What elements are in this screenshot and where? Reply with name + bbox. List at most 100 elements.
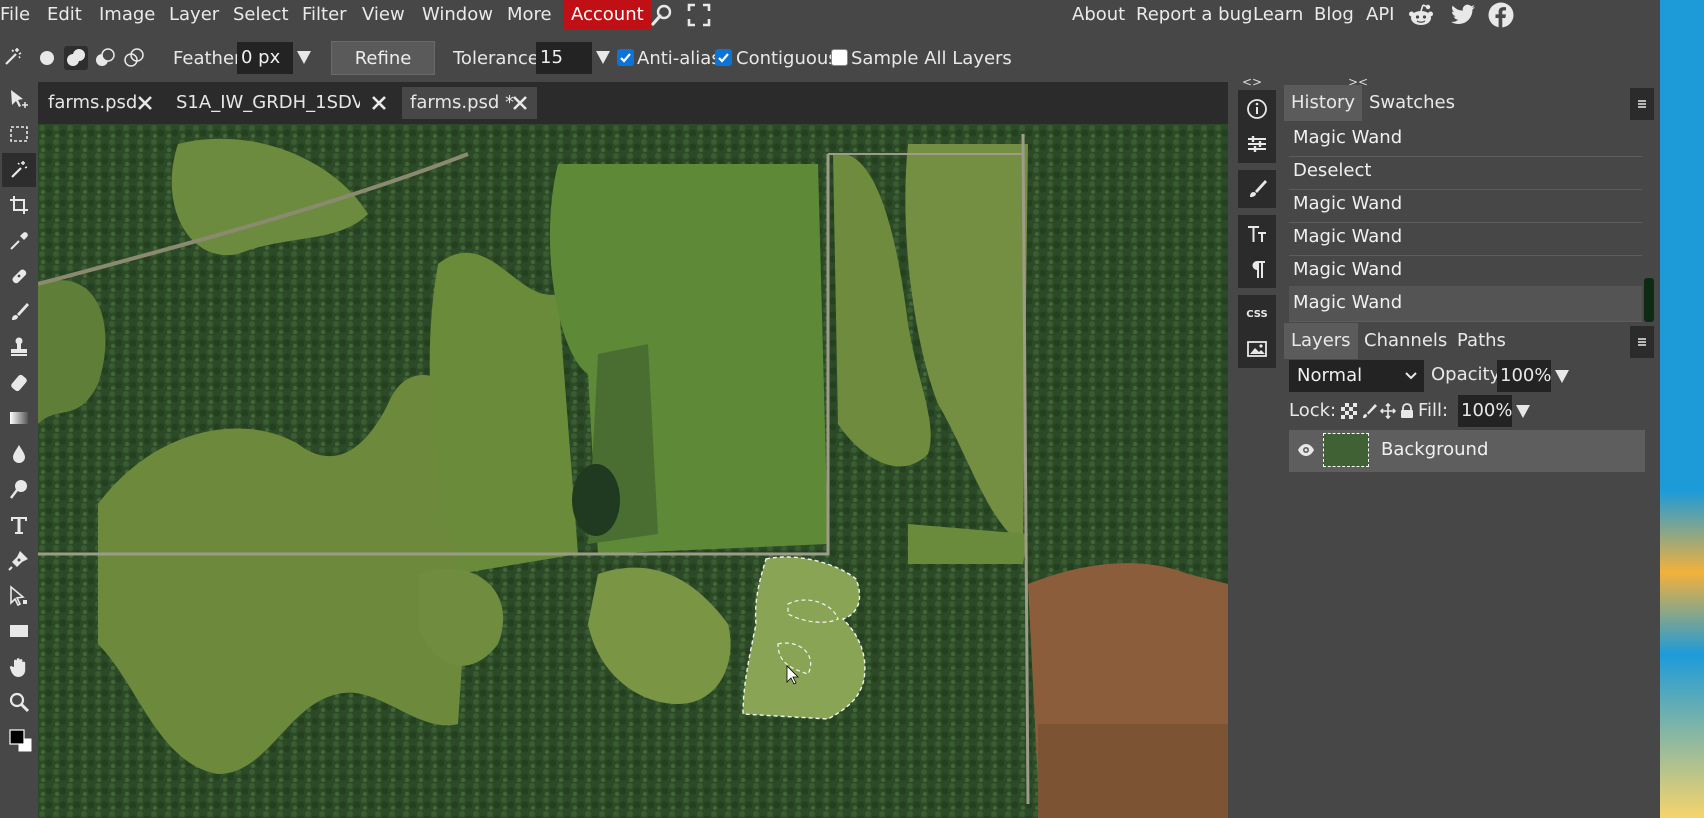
css-icon-label: CSS xyxy=(1246,308,1268,320)
color-swatches[interactable] xyxy=(2,720,36,760)
history-item[interactable]: Magic Wand xyxy=(1289,220,1642,256)
fullscreen-icon[interactable] xyxy=(687,3,711,27)
close-icon[interactable] xyxy=(137,95,153,111)
selection-intersect-icon[interactable] xyxy=(122,46,146,70)
anti-alias-checkbox[interactable] xyxy=(617,49,634,66)
tool-options-bar: Feather: 0 px Refine Edge Tolerance: 15 … xyxy=(0,38,1660,103)
character-icon[interactable] xyxy=(1238,215,1276,253)
paragraph-icon[interactable] xyxy=(1238,250,1276,288)
pen-tool[interactable] xyxy=(2,543,36,577)
history-item[interactable]: Magic Wand xyxy=(1289,187,1642,223)
marquee-tool[interactable] xyxy=(2,117,36,151)
tolerance-label: Tolerance: xyxy=(453,48,545,69)
menu-layer[interactable]: Layer xyxy=(169,3,219,27)
eyedropper-tool[interactable] xyxy=(2,224,36,258)
clone-stamp-tool[interactable] xyxy=(2,330,36,364)
menu-image[interactable]: Image xyxy=(99,3,155,27)
selection-new-icon[interactable] xyxy=(35,46,59,70)
lock-transparency-icon[interactable] xyxy=(1341,403,1357,419)
history-item[interactable]: Deselect xyxy=(1289,154,1642,190)
link-api[interactable]: API xyxy=(1366,3,1394,27)
tab-swatches[interactable]: Swatches xyxy=(1362,85,1462,121)
history-item[interactable]: Magic Wand xyxy=(1289,253,1642,289)
selection-subtract-icon[interactable] xyxy=(93,46,117,70)
feather-dropdown-icon[interactable] xyxy=(296,49,312,65)
dodge-tool[interactable] xyxy=(2,472,36,506)
menu-view[interactable]: View xyxy=(362,3,405,27)
lock-all-icon[interactable] xyxy=(1399,403,1415,419)
history-menu-icon[interactable] xyxy=(1630,88,1654,120)
tolerance-input[interactable]: 15 xyxy=(536,42,592,74)
anti-alias-label: Anti-alias xyxy=(637,48,721,69)
tab-farms-psd[interactable]: farms.psd xyxy=(48,87,136,119)
fill-dropdown-icon[interactable] xyxy=(1515,403,1531,419)
link-blog[interactable]: Blog xyxy=(1314,3,1354,27)
feather-input[interactable]: 0 px xyxy=(237,42,293,74)
menu-select[interactable]: Select xyxy=(233,3,289,27)
link-learn[interactable]: Learn xyxy=(1253,3,1303,27)
image-icon[interactable] xyxy=(1238,330,1276,368)
menu-more[interactable]: More xyxy=(507,3,552,27)
lock-pixels-icon[interactable] xyxy=(1361,403,1377,419)
tab-paths[interactable]: Paths xyxy=(1450,323,1513,359)
lock-label: Lock: xyxy=(1289,400,1337,421)
move-tool[interactable] xyxy=(2,82,36,116)
search-icon[interactable] xyxy=(650,3,674,27)
chevron-down-icon xyxy=(1404,370,1418,382)
menu-filter[interactable]: Filter xyxy=(302,3,347,27)
tools-panel xyxy=(0,82,38,818)
eye-icon[interactable] xyxy=(1297,442,1315,458)
link-report-bug[interactable]: Report a bug xyxy=(1136,3,1252,27)
shape-tool[interactable] xyxy=(2,614,36,648)
tab-channels[interactable]: Channels xyxy=(1357,323,1454,359)
tab-history[interactable]: History xyxy=(1284,85,1363,121)
refine-edge-button[interactable]: Refine Edge xyxy=(331,41,435,103)
sample-all-layers-checkbox[interactable] xyxy=(831,49,848,66)
css-icon[interactable]: CSS xyxy=(1238,295,1276,333)
collapse-left-toggle[interactable]: <> xyxy=(1242,75,1262,89)
crop-tool[interactable] xyxy=(2,188,36,222)
adjustments-icon[interactable] xyxy=(1238,125,1276,163)
zoom-tool[interactable] xyxy=(2,685,36,719)
layer-name[interactable]: Background xyxy=(1381,430,1488,470)
hand-tool[interactable] xyxy=(2,650,36,684)
path-select-tool[interactable] xyxy=(2,579,36,613)
close-icon[interactable] xyxy=(512,95,528,111)
brush-settings-icon[interactable] xyxy=(1238,170,1276,208)
panel-icon-column: <> CSS xyxy=(1228,75,1286,818)
healing-brush-tool[interactable] xyxy=(2,259,36,293)
info-icon[interactable] xyxy=(1238,90,1276,128)
opacity-dropdown-icon[interactable] xyxy=(1554,368,1570,384)
layer-row-background[interactable]: Background xyxy=(1289,430,1645,472)
history-scrollbar[interactable] xyxy=(1644,278,1654,322)
fill-input[interactable]: 100% xyxy=(1458,395,1512,427)
layers-menu-icon[interactable] xyxy=(1630,326,1654,358)
link-about[interactable]: About xyxy=(1072,3,1125,27)
twitter-icon[interactable] xyxy=(1450,2,1476,28)
close-icon[interactable] xyxy=(371,95,387,111)
right-panels: >< History Swatches Magic Wand Deselect … xyxy=(1284,75,1660,818)
image-canvas[interactable] xyxy=(38,124,1228,818)
facebook-icon[interactable] xyxy=(1488,2,1514,28)
tolerance-dropdown-icon[interactable] xyxy=(595,49,611,65)
menu-account[interactable]: Account xyxy=(563,0,652,30)
selection-add-icon[interactable] xyxy=(64,46,88,70)
blur-tool[interactable] xyxy=(2,437,36,471)
menu-window[interactable]: Window xyxy=(422,3,493,27)
menu-file[interactable]: File xyxy=(0,3,30,27)
contiguous-checkbox[interactable] xyxy=(715,49,732,66)
menu-edit[interactable]: Edit xyxy=(47,3,82,27)
eraser-tool[interactable] xyxy=(2,366,36,400)
blend-mode-select[interactable]: Normal xyxy=(1289,360,1424,392)
history-item-current[interactable]: Magic Wand xyxy=(1289,286,1642,322)
lock-position-icon[interactable] xyxy=(1380,403,1396,419)
opacity-input[interactable]: 100% xyxy=(1497,360,1551,392)
magic-wand-tool[interactable] xyxy=(2,153,36,187)
reddit-icon[interactable] xyxy=(1408,2,1434,28)
type-tool[interactable] xyxy=(2,508,36,542)
history-item[interactable]: Magic Wand xyxy=(1289,121,1642,157)
tab-layers[interactable]: Layers xyxy=(1284,323,1358,359)
brush-tool[interactable] xyxy=(2,295,36,329)
gradient-tool[interactable] xyxy=(2,401,36,435)
tab-s1a-grdh[interactable]: S1A_IW_GRDH_1SDV_20 xyxy=(176,87,360,119)
